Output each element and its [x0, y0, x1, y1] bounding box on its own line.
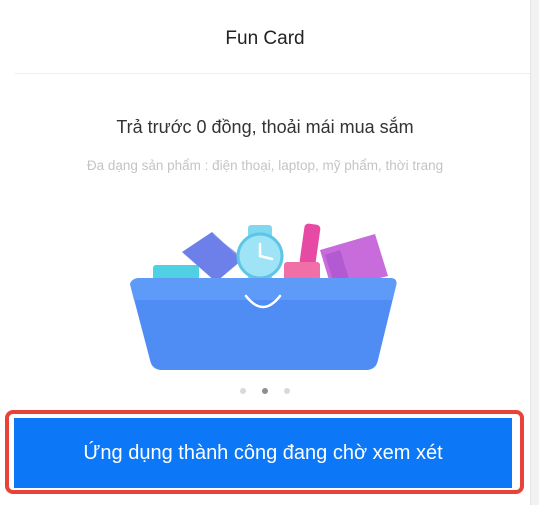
page-title: Fun Card: [225, 28, 305, 49]
carousel-dot[interactable]: [284, 388, 290, 394]
basket-svg: [130, 223, 397, 370]
scrollbar-track: [530, 0, 539, 505]
lipstick-icon: [284, 223, 321, 280]
shopping-basket-illustration: [120, 210, 410, 380]
application-status-button[interactable]: Ứng dụng thành công đang chờ xem xét: [14, 418, 512, 488]
header-divider: [15, 73, 530, 74]
promo-headline: Trả trước 0 đồng, thoải mái mua sắm: [116, 117, 414, 137]
carousel-dot-active[interactable]: [262, 388, 268, 394]
button-edge-gap: [512, 418, 517, 488]
watch-icon: [236, 225, 284, 284]
header: Fun Card: [0, 0, 530, 74]
carousel-dot[interactable]: [240, 388, 246, 394]
screen: Fun Card Trả trước 0 đồng, thoải mái mua…: [0, 0, 530, 505]
promo-subline: Đa dạng sản phẩm : điện thoại, laptop, m…: [86, 158, 444, 173]
carousel-indicator: [0, 388, 530, 396]
